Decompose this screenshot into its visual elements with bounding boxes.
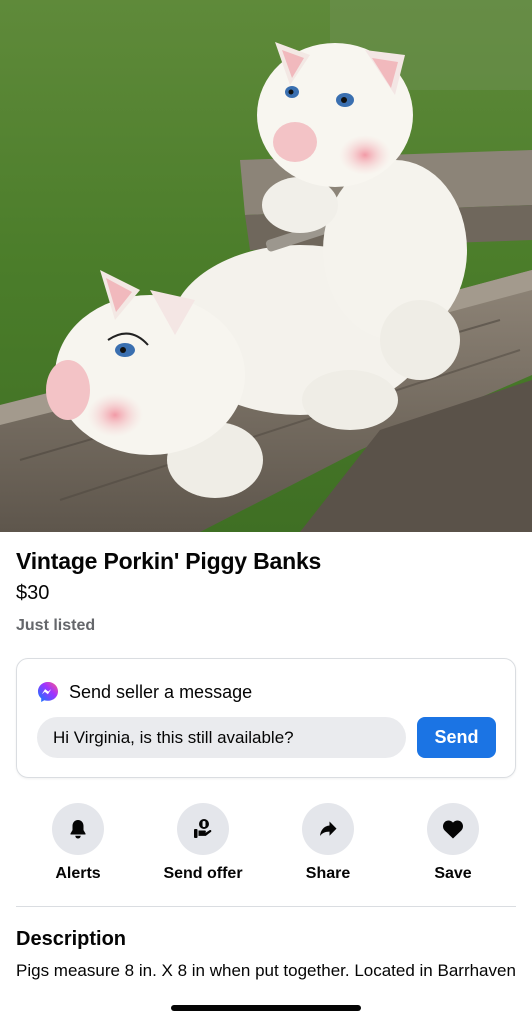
share-label: Share xyxy=(305,865,351,882)
messenger-icon xyxy=(38,682,58,702)
alerts-icon-circle xyxy=(52,803,104,855)
offer-icon xyxy=(194,819,212,838)
alerts-label: Alerts xyxy=(55,865,101,882)
message-input[interactable]: Hi Virginia, is this still available? xyxy=(37,717,406,758)
piggy-banks-image xyxy=(0,0,532,532)
offer-icon-circle xyxy=(177,803,229,855)
listing-price: $30 xyxy=(16,582,50,604)
share-button[interactable]: Share xyxy=(265,803,391,883)
description-heading: Description xyxy=(16,928,127,950)
message-heading-row: Send seller a message xyxy=(37,681,252,703)
share-arrow-icon xyxy=(320,821,337,836)
message-heading: Send seller a message xyxy=(69,681,253,702)
listing-photo[interactable] xyxy=(0,0,532,532)
listing-title: Vintage Porkin' Piggy Banks xyxy=(16,548,322,574)
alerts-button[interactable]: Alerts xyxy=(15,803,141,883)
save-label: Save xyxy=(434,865,472,882)
send-button[interactable]: Send xyxy=(417,717,496,758)
home-indicator[interactable] xyxy=(171,1005,361,1011)
section-divider xyxy=(16,906,516,907)
save-icon-circle xyxy=(427,803,479,855)
send-offer-label: Send offer xyxy=(163,865,243,882)
description-text: Pigs measure 8 in. X 8 in when put toget… xyxy=(16,961,516,980)
message-seller-card: Send seller a message Hi Virginia, is th… xyxy=(16,658,516,778)
bell-icon xyxy=(70,820,86,839)
save-button[interactable]: Save xyxy=(390,803,516,883)
heart-icon xyxy=(443,820,463,839)
share-icon-circle xyxy=(302,803,354,855)
action-bar: Alerts Send offer Share Save xyxy=(0,803,532,893)
listed-status: Just listed xyxy=(16,617,96,634)
send-offer-button[interactable]: Send offer xyxy=(140,803,266,883)
